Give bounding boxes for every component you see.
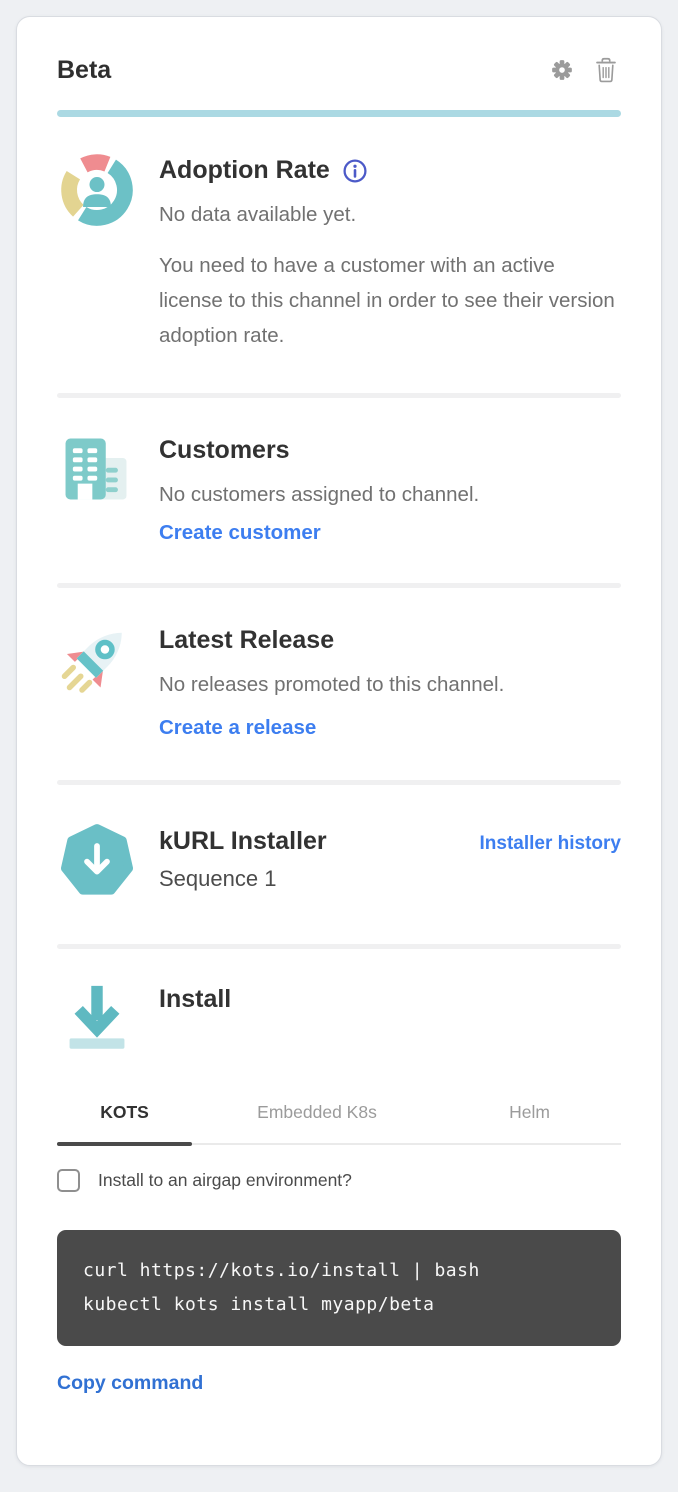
info-icon[interactable]: [342, 158, 368, 184]
install-title: Install: [159, 985, 621, 1014]
kurl-installer-title: kURL Installer: [159, 827, 327, 856]
adoption-empty-help: You need to have a customer with an acti…: [159, 248, 621, 353]
rocket-icon: [57, 620, 137, 705]
adoption-empty-text: No data available yet.: [159, 197, 621, 232]
channel-accent-rule: [57, 110, 621, 117]
copy-command-link[interactable]: Copy command: [57, 1372, 203, 1395]
trash-icon[interactable]: [591, 55, 621, 85]
airgap-label: Install to an airgap environment?: [98, 1170, 352, 1191]
create-customer-link[interactable]: Create customer: [159, 521, 321, 545]
create-release-link[interactable]: Create a release: [159, 716, 316, 740]
header-actions: [547, 55, 621, 85]
section-install: Install: [57, 949, 621, 1064]
install-command-line: curl https://kots.io/install | bash: [83, 1254, 595, 1288]
install-command-block: curl https://kots.io/install | bash kube…: [57, 1230, 621, 1346]
customers-building-icon: [57, 430, 137, 513]
airgap-checkbox[interactable]: [57, 1169, 80, 1192]
channel-title: Beta: [57, 56, 111, 85]
card-header: Beta: [57, 17, 621, 85]
latest-release-empty-text: No releases promoted to this channel.: [159, 667, 621, 702]
kurl-heptagon-download-icon: [57, 821, 137, 906]
customers-empty-text: No customers assigned to channel.: [159, 477, 621, 512]
installer-sequence: Sequence 1: [159, 866, 621, 892]
installer-history-link[interactable]: Installer history: [480, 833, 622, 855]
gear-icon[interactable]: [547, 55, 577, 85]
install-tab-bar: KOTS Embedded K8s Helm: [57, 1092, 621, 1145]
download-arrow-icon: [57, 979, 137, 1064]
install-command-line: kubectl kots install myapp/beta: [83, 1288, 595, 1322]
latest-release-title: Latest Release: [159, 626, 621, 655]
adoption-rate-title: Adoption Rate: [159, 156, 330, 185]
adoption-rate-donut-icon: [57, 150, 137, 235]
section-customers: Customers No customers assigned to chann…: [57, 398, 621, 545]
section-latest-release: Latest Release No releases promoted to t…: [57, 588, 621, 740]
tab-kots[interactable]: KOTS: [57, 1092, 192, 1143]
tab-helm[interactable]: Helm: [442, 1092, 617, 1143]
airgap-option-row: Install to an airgap environment?: [57, 1169, 621, 1192]
channel-card: Beta: [16, 16, 662, 1466]
section-kurl-installer: kURL Installer Installer history Sequenc…: [57, 785, 621, 906]
customers-title: Customers: [159, 436, 621, 465]
section-adoption-rate: Adoption Rate No data available yet. You…: [57, 117, 621, 353]
tab-embedded-k8s[interactable]: Embedded K8s: [192, 1092, 442, 1143]
